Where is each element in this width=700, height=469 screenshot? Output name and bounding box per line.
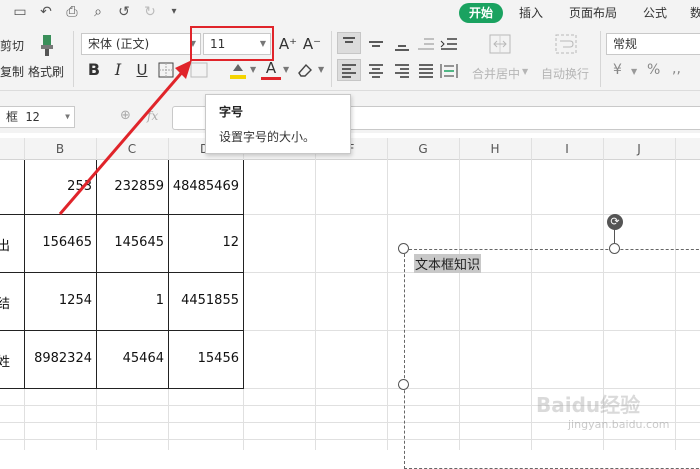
tooltip-description: 设置字号的大小。 [219, 130, 316, 144]
tooltip-title: 字号 [219, 105, 244, 119]
annotation-arrow [58, 60, 192, 215]
tooltip: 字号 设置字号的大小。 [205, 94, 351, 154]
